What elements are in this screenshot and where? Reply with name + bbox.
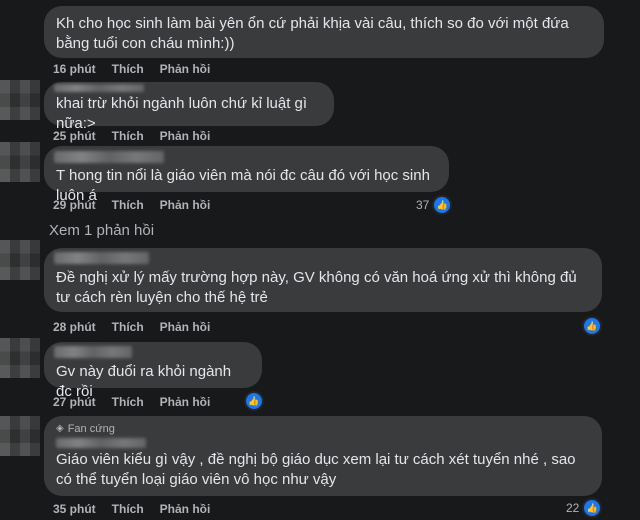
avatar[interactable] — [0, 416, 40, 456]
avatar[interactable] — [0, 80, 40, 120]
reply-button[interactable]: Phản hồi — [160, 395, 211, 409]
fan-badge: ◈ Fan cứng — [56, 422, 590, 436]
like-button[interactable]: Thích — [112, 129, 144, 143]
like-button[interactable]: Thích — [112, 502, 144, 516]
like-button[interactable]: Thích — [112, 198, 144, 212]
thumbs-up-icon: 👍 — [244, 391, 264, 411]
comment-text: Giáo viên kiểu gì vậy , đề nghị bộ giáo … — [56, 451, 576, 488]
avatar[interactable] — [0, 240, 40, 280]
comment-time[interactable]: 25 phút — [53, 129, 96, 143]
thumbs-up-icon: 👍 — [582, 316, 602, 336]
comment-time[interactable]: 28 phút — [53, 320, 96, 334]
comment-actions: 16 phút Thích Phản hồi — [53, 62, 210, 76]
comment-bubble: T hong tin nổi là giáo viên mà nói đc câ… — [44, 146, 449, 204]
comment-bubble: Gv này đuổi ra khỏi ngành đc rồi — [44, 342, 262, 400]
commenter-name[interactable] — [54, 84, 144, 92]
comment-time[interactable]: 16 phút — [53, 62, 96, 76]
comment-actions: 35 phút Thích Phản hồi — [53, 502, 210, 516]
reply-button[interactable]: Phản hồi — [160, 320, 211, 334]
comment-actions: 27 phút Thích Phản hồi — [53, 395, 210, 409]
diamond-icon: ◈ — [56, 423, 64, 434]
commenter-name[interactable] — [56, 438, 146, 448]
comment-time[interactable]: 27 phút — [53, 395, 96, 409]
comment-text: Kh cho học sinh làm bài yên ổn cứ phải k… — [56, 15, 569, 52]
thumbs-up-icon: 👍 — [432, 195, 453, 215]
like-button[interactable]: Thích — [112, 62, 144, 76]
thumbs-up-icon: 👍 — [582, 498, 603, 518]
like-button[interactable]: Thích — [112, 395, 144, 409]
reaction-count[interactable]: 22 👍 — [566, 498, 603, 518]
reply-button[interactable]: Phản hồi — [160, 198, 211, 212]
reply-button[interactable]: Phản hồi — [160, 502, 211, 516]
reply-button[interactable]: Phản hồi — [160, 129, 211, 143]
like-button[interactable]: Thích — [112, 320, 144, 334]
reaction-count[interactable]: 37 👍 — [416, 195, 453, 215]
comment-bubble: ◈ Fan cứng Giáo viên kiểu gì vậy , đề ng… — [44, 416, 602, 496]
comment-text: Đề nghị xử lý mấy trường hợp này, GV khô… — [56, 269, 577, 306]
comment-bubble: Kh cho học sinh làm bài yên ổn cứ phải k… — [44, 6, 604, 58]
comment-text: khai trừ khỏi ngành luôn chứ kỉ luật gì … — [56, 95, 308, 132]
reply-button[interactable]: Phản hồi — [160, 62, 211, 76]
reaction-number: 37 — [416, 198, 430, 212]
avatar[interactable] — [0, 338, 40, 378]
badge-label: Fan cứng — [67, 423, 115, 435]
commenter-name[interactable] — [54, 346, 132, 358]
comment-bubble: Đề nghị xử lý mấy trường hợp này, GV khô… — [44, 248, 602, 312]
comment-actions: 25 phút Thích Phản hồi — [53, 129, 210, 143]
avatar[interactable] — [0, 142, 40, 182]
reaction-count[interactable]: 👍 — [244, 391, 264, 411]
comment-time[interactable]: 35 phút — [53, 502, 96, 516]
reaction-count[interactable]: 👍 — [582, 316, 602, 336]
commenter-name[interactable] — [54, 151, 164, 163]
comment-actions: 29 phút Thích Phản hồi — [53, 198, 210, 212]
comment-actions: 28 phút Thích Phản hồi — [53, 320, 210, 334]
view-replies-link[interactable]: Xem 1 phản hồi — [49, 222, 154, 239]
comment-time[interactable]: 29 phút — [53, 198, 96, 212]
reaction-number: 22 — [566, 501, 580, 515]
commenter-name[interactable] — [54, 252, 149, 264]
comment-bubble: khai trừ khỏi ngành luôn chứ kỉ luật gì … — [44, 82, 334, 132]
